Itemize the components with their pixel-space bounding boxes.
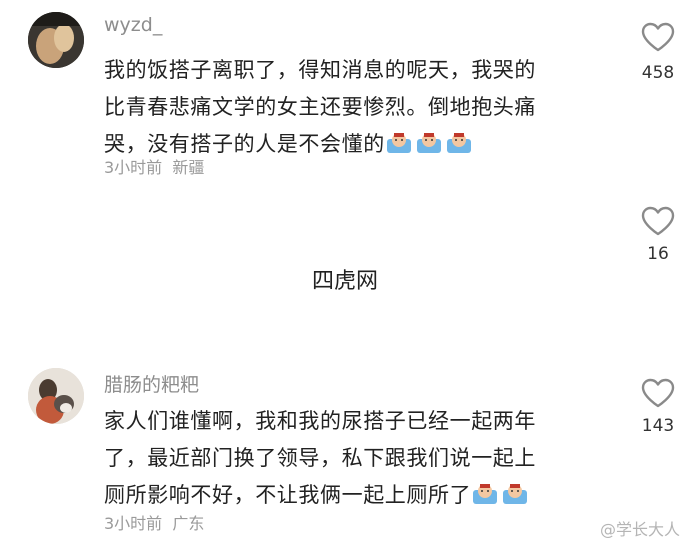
like-button[interactable]: 143 xyxy=(632,378,684,436)
location: 广东 xyxy=(172,514,205,533)
like-count: 458 xyxy=(641,63,675,83)
comment-meta: 3小时前 新疆 xyxy=(104,154,204,178)
crying-face-emoji xyxy=(501,481,529,505)
comment-meta: 3小时前 广东 xyxy=(104,510,204,534)
comment-line: 家人们谁懂啊，我和我的尿搭子已经一起两年 xyxy=(104,409,536,433)
comment-line: 哭，没有搭子的人是不会懂的 xyxy=(104,132,385,156)
timestamp: 3小时前 xyxy=(104,158,163,177)
heart-icon[interactable] xyxy=(641,22,675,52)
corner-watermark: @学长大人 xyxy=(599,520,680,539)
crying-face-emoji xyxy=(445,130,473,154)
avatar[interactable] xyxy=(28,12,84,68)
heart-icon[interactable] xyxy=(641,378,675,408)
like-count: 143 xyxy=(641,416,675,436)
comment-line: 厕所影响不好，不让我俩一起上厕所了 xyxy=(104,483,472,507)
center-watermark: 四虎网 xyxy=(311,269,378,294)
comment-text: 家人们谁懂啊，我和我的尿搭子已经一起两年 了，最近部门换了领导，私下跟我们说一起… xyxy=(104,403,604,514)
crying-face-emoji xyxy=(415,130,443,154)
avatar[interactable] xyxy=(28,368,84,424)
comment-line: 了，最近部门换了领导，私下跟我们说一起上 xyxy=(104,446,536,470)
like-button[interactable]: 458 xyxy=(632,22,684,83)
crying-face-emoji xyxy=(385,130,413,154)
username[interactable]: wyzd_ xyxy=(104,14,162,36)
comment-text: 我的饭搭子离职了，得知消息的呢天，我哭的 比青春悲痛文学的女主还要惨烈。倒地抱头… xyxy=(104,52,604,163)
comment-line: 比青春悲痛文学的女主还要惨烈。倒地抱头痛 xyxy=(104,95,536,119)
location: 新疆 xyxy=(172,158,205,177)
crying-face-emoji xyxy=(471,481,499,505)
like-count: 16 xyxy=(647,244,669,264)
username[interactable]: 腊肠的粑粑 xyxy=(104,370,199,397)
timestamp: 3小时前 xyxy=(104,514,163,533)
comment-line: 我的饭搭子离职了，得知消息的呢天，我哭的 xyxy=(104,58,536,82)
comment-line-with-emoji: 厕所影响不好，不让我俩一起上厕所了 xyxy=(104,477,604,514)
like-button[interactable]: 16 xyxy=(632,206,684,264)
heart-icon[interactable] xyxy=(641,206,675,236)
